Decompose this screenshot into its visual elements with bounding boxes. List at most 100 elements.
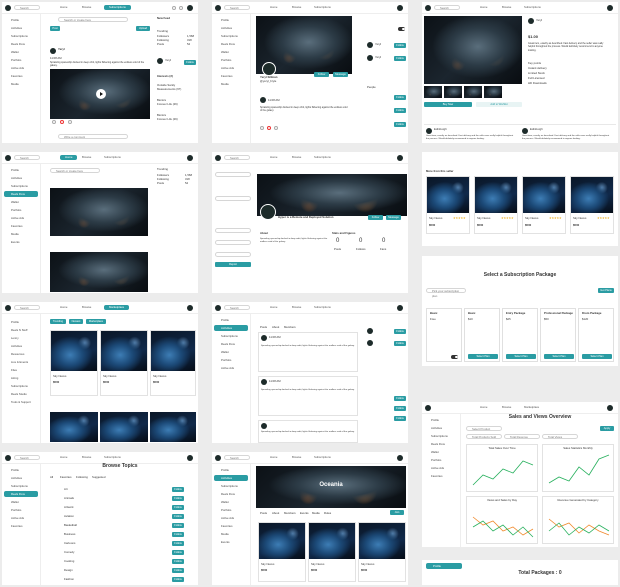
user-avatar[interactable]: [397, 4, 403, 11]
tab[interactable]: About: [272, 325, 279, 329]
follow-button[interactable]: Follow: [184, 60, 196, 65]
bell-icon[interactable]: [172, 5, 176, 10]
card-image[interactable]: [50, 412, 98, 442]
nav-subscriptions[interactable]: Subscriptions: [314, 455, 331, 460]
user-avatar[interactable]: [607, 404, 613, 411]
sidebar-item[interactable]: Favorites: [4, 73, 38, 79]
filter-chip[interactable]: Total Views: [542, 434, 578, 439]
product-card[interactable]: Sky Nexus $500: [100, 330, 148, 396]
filter-input[interactable]: [215, 172, 251, 177]
product-card[interactable]: Sky Nexus ★★★★★ $500: [474, 176, 518, 234]
thumbnail[interactable]: [464, 86, 482, 98]
sidebar-item[interactable]: Media: [214, 531, 248, 537]
product-card[interactable]: Sky Nexus $500: [258, 522, 306, 582]
logo-avatar[interactable]: [5, 454, 11, 461]
suggest-avatar[interactable]: [157, 58, 163, 64]
nav-home[interactable]: Home: [60, 155, 78, 160]
nav-browse[interactable]: Browse: [292, 155, 301, 160]
sidebar-item[interactable]: Active Ads: [214, 515, 248, 521]
sidebar-item[interactable]: Subscriptions: [214, 33, 248, 39]
follow-button[interactable]: Follow: [314, 72, 329, 77]
sidebar-item[interactable]: Tools & Support: [4, 399, 38, 405]
tab[interactable]: Media: [312, 511, 320, 515]
message-button[interactable]: Message: [386, 215, 401, 220]
package-card[interactable]: Basic $10 Select Plan: [464, 308, 500, 362]
product-card[interactable]: Sky Nexus $500: [358, 522, 406, 582]
filter-input[interactable]: [215, 240, 251, 245]
sidebar-item[interactable]: Favorites: [214, 523, 248, 529]
sidebar-item[interactable]: Profile: [214, 17, 248, 23]
nav-subscriptions[interactable]: Subscriptions: [314, 305, 331, 310]
nav-home[interactable]: Home: [480, 405, 487, 410]
sidebar-item[interactable]: Favorites: [4, 223, 38, 229]
get-plans-button[interactable]: Get Plans: [598, 288, 614, 293]
select-plan-button[interactable]: Select Plan: [544, 354, 574, 359]
follow-button[interactable]: Follow: [172, 541, 184, 546]
sidebar-item[interactable]: Reels Flow: [214, 341, 248, 347]
sidebar-item[interactable]: Subscriptions: [214, 483, 248, 489]
upload-button[interactable]: Upload: [136, 26, 150, 31]
search-input[interactable]: Search: [224, 455, 250, 460]
card-image[interactable]: [150, 412, 196, 442]
sidebar-item[interactable]: Reels Studio: [4, 391, 38, 397]
follow-button[interactable]: Follow: [394, 43, 406, 48]
follow-button[interactable]: Follow: [368, 215, 383, 220]
report-button[interactable]: Report: [215, 262, 251, 267]
follow-button[interactable]: Follow: [172, 496, 184, 501]
nav-subscriptions[interactable]: Subscriptions: [104, 455, 121, 460]
user-avatar[interactable]: [187, 454, 193, 461]
sidebar-item[interactable]: Lenny: [4, 335, 38, 341]
sidebar-item[interactable]: Resources: [4, 351, 38, 357]
sidebar-item[interactable]: Reels Flow: [4, 491, 38, 497]
sidebar-item[interactable]: Wallet: [424, 449, 458, 455]
tab[interactable]: About: [272, 511, 279, 515]
sidebar-item[interactable]: Profile: [214, 317, 248, 323]
sidebar-item[interactable]: Portfolio: [424, 457, 458, 463]
product-card[interactable]: Sky Nexus $500: [308, 522, 356, 582]
message-button[interactable]: Message: [333, 72, 348, 77]
sidebar-item[interactable]: Favorites: [424, 473, 458, 479]
interest-item[interactable]: Forever Life (29): [157, 117, 178, 121]
sidebar-item[interactable]: Active Ads: [214, 365, 248, 371]
nav-marketplace[interactable]: Marketplace: [104, 305, 130, 310]
follow-button[interactable]: Follow: [172, 550, 184, 555]
seller-avatar[interactable]: [528, 18, 534, 24]
sidebar-item[interactable]: Wallet: [214, 49, 248, 55]
heart-icon[interactable]: [60, 120, 64, 124]
tab[interactable]: Posts: [260, 511, 267, 515]
sidebar-item[interactable]: Reels N Stuff: [4, 327, 38, 333]
sidebar-item[interactable]: Profile: [4, 467, 38, 473]
follow-button[interactable]: Follow: [394, 406, 406, 411]
nav-browse[interactable]: Browse: [82, 155, 91, 160]
user-avatar[interactable]: [397, 304, 403, 311]
sidebar-item[interactable]: Profile: [426, 563, 462, 569]
sidebar-item[interactable]: Subscriptions: [214, 333, 248, 339]
interest-item[interactable]: Forever Life (29): [157, 102, 178, 106]
logo-avatar[interactable]: [5, 154, 11, 161]
sidebar-item[interactable]: Active Ads: [424, 465, 458, 471]
sidebar-item[interactable]: Favorites: [214, 73, 248, 79]
post-avatar[interactable]: [261, 335, 267, 341]
sidebar-item[interactable]: Activities: [4, 175, 38, 181]
sidebar-item[interactable]: Reels Flow: [214, 491, 248, 497]
sidebar-item[interactable]: Active Ads: [4, 515, 38, 521]
filter-input[interactable]: [215, 252, 251, 257]
sidebar-item[interactable]: Reels Flow: [4, 41, 38, 47]
share-icon[interactable]: [68, 120, 72, 124]
search-input[interactable]: Search: [224, 155, 250, 160]
post-avatar[interactable]: [261, 379, 267, 385]
suggest-avatar[interactable]: [367, 340, 373, 346]
filter-tab[interactable]: Favorites: [60, 475, 72, 479]
nav-home[interactable]: Home: [60, 455, 67, 460]
follow-button[interactable]: Follow: [394, 95, 406, 100]
card-image[interactable]: [100, 412, 148, 442]
search-input[interactable]: Search: [14, 155, 40, 160]
sidebar-item[interactable]: Media: [4, 231, 38, 237]
search-input[interactable]: Search: [14, 455, 40, 460]
nav-home[interactable]: Home: [270, 155, 277, 160]
follow-button[interactable]: Follow: [394, 56, 406, 61]
logo-avatar[interactable]: [425, 404, 431, 411]
user-avatar[interactable]: [397, 454, 403, 461]
thumbnail[interactable]: [484, 86, 502, 98]
wishlist-button[interactable]: Add to Wishlist: [476, 102, 522, 107]
